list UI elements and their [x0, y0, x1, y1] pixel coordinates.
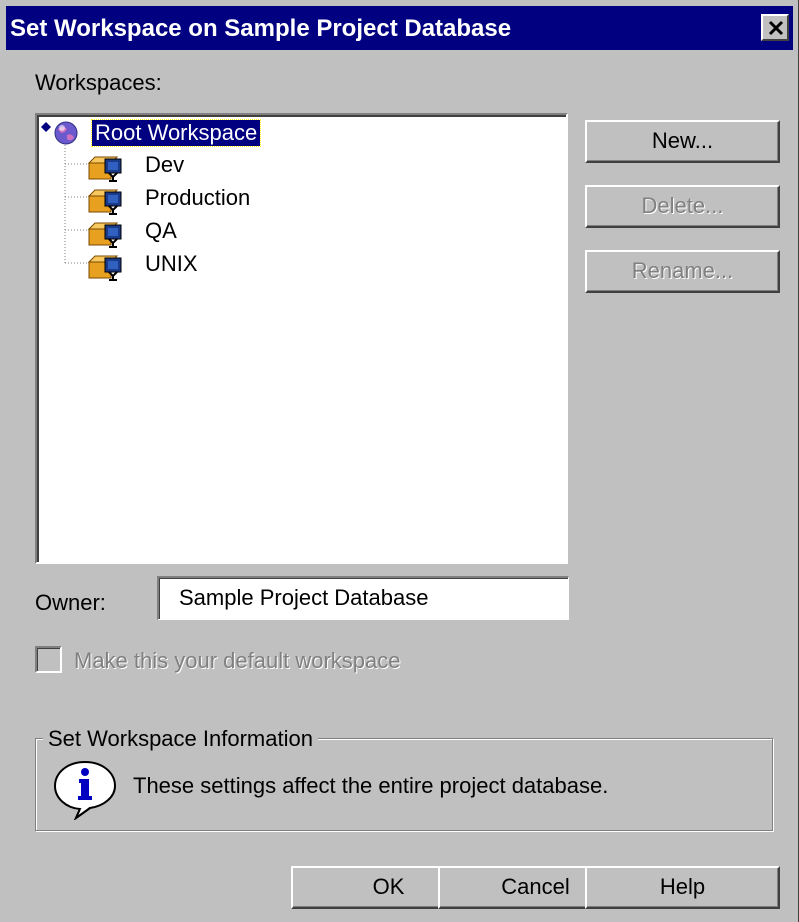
close-icon — [768, 20, 784, 36]
tree-item-label: Dev — [145, 152, 185, 177]
info-icon — [53, 760, 117, 820]
owner-field[interactable]: Sample Project Database — [157, 576, 569, 620]
delete-button[interactable]: Delete... — [585, 185, 780, 228]
workspace-icon — [87, 156, 122, 182]
info-message: These settings affect the entire project… — [133, 773, 609, 798]
title-bar: Set Workspace on Sample Project Database — [6, 6, 793, 50]
default-workspace-checkbox[interactable] — [35, 646, 62, 673]
tree-item-unix[interactable]: UNIX — [37, 248, 337, 281]
globe-icon — [54, 121, 78, 145]
owner-label: Owner: — [35, 590, 106, 615]
workspace-tree[interactable]: Root Workspace Dev Production QA UNIX — [35, 113, 568, 564]
close-button[interactable] — [761, 14, 789, 41]
tree-item-root-workspace[interactable]: Root Workspace — [37, 117, 337, 149]
workspace-icon — [87, 255, 122, 281]
root-workspace-label: Root Workspace — [90, 119, 262, 147]
tree-item-label: Production — [145, 185, 251, 210]
new-button[interactable]: New... — [585, 120, 780, 163]
rename-button[interactable]: Rename... — [585, 250, 780, 293]
tree-item-label: UNIX — [145, 251, 198, 276]
default-workspace-label: Make this your default workspace — [74, 648, 401, 673]
workspace-icon — [87, 222, 122, 248]
workspace-icon — [87, 189, 122, 215]
tree-item-production[interactable]: Production — [37, 182, 337, 215]
tree-item-qa[interactable]: QA — [37, 215, 337, 248]
help-button[interactable]: Help — [585, 866, 780, 909]
set-workspace-dialog: Set Workspace on Sample Project Database… — [0, 0, 799, 922]
tree-item-label: QA — [145, 218, 177, 243]
expanded-marker-icon — [41, 122, 51, 132]
info-group-title: Set Workspace Information — [43, 726, 318, 752]
window-title: Set Workspace on Sample Project Database — [10, 15, 512, 42]
workspaces-label: Workspaces: — [35, 70, 162, 95]
tree-item-dev[interactable]: Dev — [37, 149, 337, 182]
